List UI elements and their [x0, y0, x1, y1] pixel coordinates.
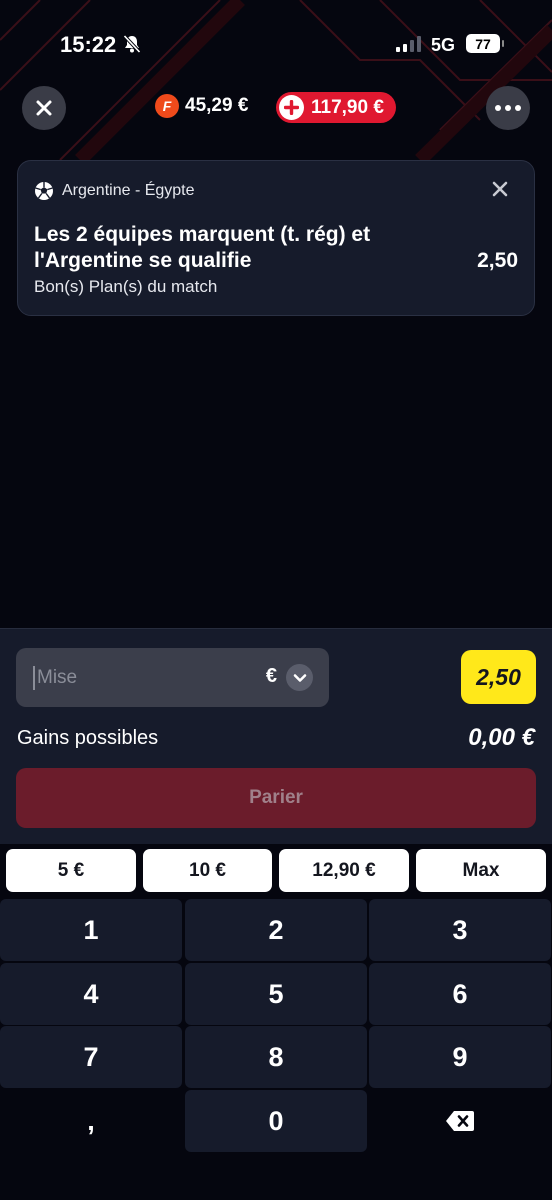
- key-8[interactable]: 8: [185, 1026, 367, 1088]
- key-comma[interactable]: ,: [0, 1090, 182, 1152]
- key-9[interactable]: 9: [369, 1026, 551, 1088]
- more-options-button[interactable]: [486, 86, 530, 130]
- close-button[interactable]: [22, 86, 66, 130]
- place-bet-button[interactable]: Parier: [16, 768, 536, 828]
- numeric-keyboard: 5 € 10 € 12,90 € Max 1 2 3 4 5 6 7 8 9 ,…: [0, 844, 552, 1200]
- key-4[interactable]: 4: [0, 963, 182, 1025]
- dot: [495, 105, 501, 111]
- gains-label: Gains possibles: [17, 727, 159, 749]
- key-7[interactable]: 7: [0, 1026, 182, 1088]
- bonus-value: 117,90 €: [311, 96, 384, 118]
- battery-icon: 77: [466, 34, 504, 53]
- text-cursor: [33, 665, 35, 690]
- market-name: Bon(s) Plan(s) du match: [34, 277, 218, 296]
- total-odd-badge: 2,50: [461, 650, 536, 704]
- gains-value: 0,00 €: [468, 724, 535, 751]
- dot: [515, 105, 521, 111]
- stake-placeholder: Mise: [37, 666, 78, 688]
- battery-level: 77: [475, 35, 491, 52]
- currency-symbol: €: [265, 665, 277, 687]
- stake-dropdown-button[interactable]: [286, 664, 313, 691]
- chevron-down-icon: [293, 673, 306, 682]
- soccer-ball-icon: [35, 182, 53, 200]
- network-type: 5G: [431, 35, 456, 55]
- main-balance: F 45,29 €: [155, 94, 248, 118]
- selection-odd: 2,50: [477, 249, 518, 272]
- key-2[interactable]: 2: [185, 899, 367, 961]
- key-6[interactable]: 6: [369, 963, 551, 1025]
- key-0[interactable]: 0: [185, 1090, 367, 1152]
- backspace-key[interactable]: [369, 1090, 551, 1152]
- dot: [505, 105, 511, 111]
- selection-title: Les 2 équipes marquent (t. rég) et l'Arg…: [34, 223, 371, 272]
- brand-logo: F: [155, 94, 179, 118]
- status-bar: 15:22 5G 77: [0, 0, 552, 90]
- plus-icon: [279, 95, 304, 120]
- close-icon: [36, 100, 52, 116]
- balance-value: 45,29 €: [185, 95, 249, 116]
- bet-selection-card: Argentine - Égypte Les 2 équipes marquen…: [17, 160, 535, 316]
- silent-bell-icon: [123, 34, 141, 54]
- quick-amount-max[interactable]: Max: [416, 849, 546, 892]
- match-row: Argentine - Égypte: [34, 181, 195, 201]
- key-5[interactable]: 5: [185, 963, 367, 1025]
- quick-amount-10[interactable]: 10 €: [143, 849, 272, 892]
- bonus-balance-button[interactable]: 117,90 €: [276, 92, 396, 123]
- quick-amount-12-90[interactable]: 12,90 €: [279, 849, 409, 892]
- match-name: Argentine - Égypte: [62, 182, 195, 199]
- bet-slip-panel: Mise € 2,50 Gains possibles 0,00 € Parie…: [0, 628, 552, 844]
- status-time: 15:22: [60, 32, 117, 57]
- quick-amount-5[interactable]: 5 €: [6, 849, 136, 892]
- key-3[interactable]: 3: [369, 899, 551, 961]
- key-1[interactable]: 1: [0, 899, 182, 961]
- stake-input[interactable]: Mise €: [16, 648, 329, 707]
- backspace-icon: [446, 1111, 474, 1131]
- cell-signal-icon: [396, 36, 421, 52]
- remove-selection-icon[interactable]: [492, 181, 508, 197]
